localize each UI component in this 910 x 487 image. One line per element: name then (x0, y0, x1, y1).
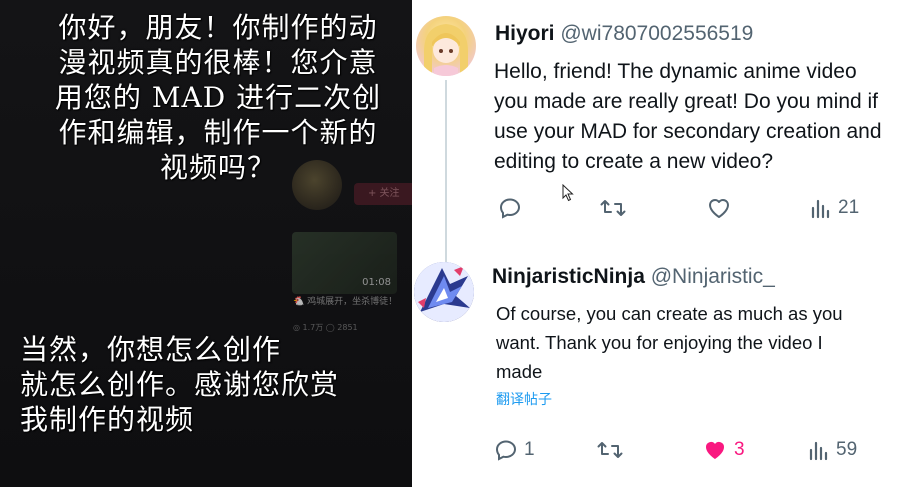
subtitle-top: 你好，朋友！你制作的动 漫视频真的很棒！您介意 用您的 MAD 进行二次创 作和… (18, 10, 412, 185)
views-count: 21 (838, 197, 860, 218)
like-icon (709, 199, 729, 218)
tweet-text-line: use your MAD for secondary creation and (494, 120, 882, 143)
reply-button[interactable] (498, 196, 528, 220)
user-handle[interactable]: @Ninjaristic_ (651, 265, 775, 288)
reply-count: 1 (524, 439, 535, 460)
subtitle-line: 就怎么创作。感谢您欣赏 (20, 368, 340, 401)
subtitle-line: 作和编辑，制作一个新的 (58, 116, 378, 149)
like-button[interactable] (706, 196, 738, 220)
video-frame: + 关注 01:08 🐔 鸡城展开，坐杀博徒！ ◎ 1.7万 ◯ 2851 你好… (0, 0, 910, 487)
subtitle-line: 你好，朋友！你制作的动 (58, 11, 378, 44)
tweet-text-line: want. Thank you for enjoying the video I (496, 332, 823, 353)
tweet-text-line: made (496, 361, 543, 382)
thread-connector (445, 80, 447, 262)
views-icon (809, 441, 828, 461)
retweet-button[interactable] (597, 438, 629, 462)
reply-icon (499, 198, 521, 219)
reply-icon (495, 440, 517, 461)
display-name[interactable]: Hiyori (495, 22, 555, 45)
views-button[interactable]: 21 (810, 196, 859, 220)
tweet-text-line: you made are really great! Do you mind i… (494, 90, 879, 113)
user-avatar-ninjaristicninja[interactable] (414, 262, 474, 322)
tweet-1-header: Hiyori @wi7807002556519 (495, 22, 753, 46)
like-count: 3 (734, 439, 745, 460)
like-button[interactable]: 3 (702, 438, 745, 462)
tweet-1-text: Hello, friend! The dynamic anime video y… (494, 57, 882, 177)
background-follow-button: + 关注 (354, 183, 412, 205)
reply-button[interactable]: 1 (494, 438, 535, 462)
subtitle-line: 我制作的视频 (20, 403, 195, 436)
subtitle-line: 漫视频真的很棒！您介意 (58, 46, 378, 79)
retweet-icon (597, 442, 623, 458)
user-avatar-hiyori[interactable] (416, 16, 476, 76)
mouse-cursor-icon (562, 184, 574, 202)
video-duration: 01:08 (362, 277, 391, 288)
translate-post-link[interactable]: 翻译帖子 (496, 389, 552, 409)
retweet-icon (600, 200, 626, 216)
user-handle[interactable]: @wi7807002556519 (560, 22, 753, 45)
subtitle-bottom: 当然，你想怎么创作 就怎么创作。感谢您欣赏 我制作的视频 (20, 332, 412, 437)
display-name[interactable]: NinjaristicNinja (492, 265, 645, 288)
views-count: 59 (836, 439, 858, 460)
tweet-2-text: Of course, you can create as much as you… (496, 299, 843, 386)
tweet-text-line: Of course, you can create as much as you (496, 303, 843, 324)
views-icon (811, 199, 830, 219)
background-video-thumbnail: 01:08 (292, 232, 397, 294)
tweet-2-header: NinjaristicNinja @Ninjaristic_ (492, 265, 775, 289)
views-button[interactable]: 59 (808, 438, 857, 462)
tweet-text-line: Hello, friend! The dynamic anime video (494, 60, 857, 83)
retweet-button[interactable] (600, 196, 632, 220)
subtitle-line: 用您的 MAD 进行二次创 (54, 81, 382, 114)
subtitle-line: 视频吗？ (159, 151, 276, 184)
tweet-thread: Hiyori @wi7807002556519 Hello, friend! T… (412, 0, 910, 487)
tweet-text-line: editing to create a new video? (494, 150, 774, 173)
video-background: + 关注 01:08 🐔 鸡城展开，坐杀博徒！ ◎ 1.7万 ◯ 2851 你好… (0, 0, 412, 487)
subtitle-line: 当然，你想怎么创作 (20, 333, 282, 366)
background-video-title: 🐔 鸡城展开，坐杀博徒！ (293, 297, 398, 307)
like-icon (706, 442, 724, 459)
